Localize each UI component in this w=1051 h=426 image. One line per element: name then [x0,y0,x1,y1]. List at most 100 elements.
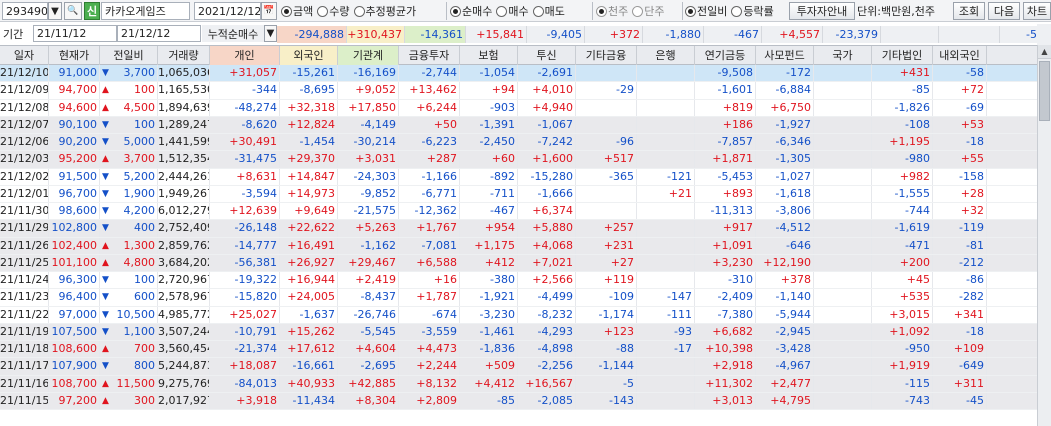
col-trust-header[interactable]: 투신 [518,46,576,65]
col-other-corp-cell: -950 [872,341,933,358]
table-row[interactable]: 21/12/09 94,700 ▲ 100 1,165,530 -344 -8,695 +9,… [0,82,1037,100]
table-row[interactable]: 21/11/15 97,200 ▲ 300 2,017,927 +3,918 -11,434… [0,392,1037,410]
col-financial-invest-cell: +8,132 [399,375,460,392]
col-individual-cell: -14,777 [210,237,280,254]
col-individual-cell: -15,820 [210,289,280,306]
radio-quantity[interactable]: 수량 [317,3,350,19]
col-date-header[interactable]: 일자 [0,46,49,65]
table-row[interactable]: 21/12/08 94,600 ▲ 4,500 1,894,639 -48,274 +32,… [0,99,1037,117]
col-volume-header[interactable]: 거래량 [158,46,210,65]
table-row[interactable]: 21/11/16 108,700 ▲ 11,500 9,275,769 -84,013 +4… [0,375,1037,393]
col-institution-header[interactable]: 기관계 [338,46,399,65]
col-institution-cell: -26,746 [338,306,399,323]
col-domestic-foreign-header[interactable]: 내외국인 [933,46,987,65]
radio-thousand-shares[interactable]: 천주 [596,3,628,19]
col-volume-cell: 3,507,244 [158,323,210,340]
col-date-cell: 21/12/06 [0,134,49,151]
col-nation-header[interactable]: 국가 [814,46,872,65]
stock-code-input[interactable]: 293490 [2,2,48,20]
col-other-corp-cell: -1,555 [872,185,933,202]
col-institution-cell: -4,149 [338,116,399,133]
col-pension-cell: +1,091 [695,237,756,254]
table-row[interactable]: 21/12/10 91,000 ▼ 3,700 1,065,036 +31,057 -15,… [0,65,1037,83]
table-row[interactable]: 21/12/02 91,500 ▼ 5,200 2,444,261 +8,631 +14,8… [0,168,1037,186]
col-date-cell: 21/11/22 [0,306,49,323]
col-change-header[interactable]: 전일비 [100,46,158,65]
table-row[interactable]: 21/11/18 108,600 ▲ 700 3,560,454 -21,374 +17,6… [0,341,1037,359]
date-calendar-button[interactable]: 📅 [261,2,277,20]
col-other-corp-cell: +45 [872,272,933,289]
radio-prev-day[interactable]: 전일비 [685,3,727,19]
radio-change-rate[interactable]: 등락률 [731,3,774,19]
radio-single-shares[interactable]: 단주 [632,3,665,19]
next-button[interactable]: 다음 [988,2,1020,20]
col-financial-invest-cell: -6,771 [399,185,460,202]
triangle-down-icon: ▼ [102,223,109,234]
col-individual-cell: -10,791 [210,323,280,340]
table-row[interactable]: 21/11/30 98,600 ▼ 4,200 6,012,279 +12,639 +9,6… [0,203,1037,221]
date-input[interactable]: 2021/12/12 [194,2,261,20]
col-change-cell: ▼ 3,700 [100,65,158,82]
col-other-corp-cell: -743 [872,392,933,409]
scroll-thumb[interactable] [1039,61,1050,121]
col-private-fund-cell: -3,428 [756,341,814,358]
radio-amount[interactable]: 금액 [281,3,313,19]
table-row[interactable]: 21/11/24 96,300 ▼ 100 2,720,967 -19,322 +16,94… [0,272,1037,290]
chart-button[interactable]: 차트 [1023,2,1051,20]
table-row[interactable]: 21/12/07 90,100 ▼ 100 1,289,247 -8,620 +12,824… [0,116,1037,134]
investor-guide-button[interactable]: 투자자안내 [789,2,855,20]
radio-buy[interactable]: 매수 [496,3,529,19]
search-button[interactable]: 🔍 [64,2,82,20]
radio-avg-price[interactable]: 추정평균가 [353,3,416,19]
triangle-up-icon: ▲ [102,240,109,251]
table-row[interactable]: 21/11/25 101,100 ▲ 4,800 3,684,202 -56,381 +26… [0,254,1037,272]
stock-code-dropdown[interactable]: ▼ [48,2,62,20]
col-private-fund-cell: +4,795 [756,392,814,409]
table-row[interactable]: 21/11/19 107,500 ▼ 1,100 3,507,244 -10,791 +15… [0,323,1037,341]
col-pension-header[interactable]: 연기금등 [695,46,756,65]
col-private-fund-header[interactable]: 사모펀드 [756,46,814,65]
col-individual-header[interactable]: 개인 [210,46,280,65]
col-pension-cell: -7,380 [695,306,756,323]
scroll-up-icon[interactable]: ▲ [1038,45,1051,59]
table-row[interactable]: 21/12/06 90,200 ▼ 5,000 1,441,599 +30,491 -1,4… [0,134,1037,152]
col-trust-cell: +6,374 [518,203,576,220]
vertical-scrollbar[interactable]: ▲ [1037,45,1051,426]
col-date-cell: 21/11/25 [0,254,49,271]
col-other-corp-header[interactable]: 기타법인 [872,46,933,65]
col-pension-cell: -310 [695,272,756,289]
col-foreign-header[interactable]: 외국인 [280,46,338,65]
col-other-financial-header[interactable]: 기타금융 [576,46,637,65]
col-other-financial-cell: +257 [576,220,637,237]
col-individual-cell: +12,639 [210,203,280,220]
col-bank-cell [637,65,695,82]
table-row[interactable]: 21/12/03 95,200 ▲ 3,700 1,512,354 -31,475 +29,… [0,151,1037,169]
table-row[interactable]: 21/11/26 102,400 ▲ 1,300 2,859,762 -14,777 +16… [0,237,1037,255]
col-institution-cell: +29,467 [338,254,399,271]
col-domestic-foreign-cell: +32 [933,203,987,220]
table-row[interactable]: 21/11/29 102,800 ▼ 400 2,752,409 -26,148 +22,6… [0,220,1037,238]
col-private-fund-cell: -1,140 [756,289,814,306]
corner-strip [1037,24,1051,45]
radio-net-buy[interactable]: 순매수 [450,3,492,19]
col-individual-cell: +18,087 [210,358,280,375]
col-financial-invest-header[interactable]: 금융투자 [399,46,460,65]
col-insurance-cell: -892 [460,168,518,185]
col-institution-cell: -2,695 [338,358,399,375]
col-domestic-foreign-cell: -158 [933,168,987,185]
col-domestic-foreign-cell: -282 [933,289,987,306]
col-bank-header[interactable]: 은행 [637,46,695,65]
col-private-fund-cell: -4,967 [756,358,814,375]
change-value: 600 [134,290,155,304]
table-row[interactable]: 21/12/01 96,700 ▼ 1,900 1,949,267 -3,594 +14,9… [0,185,1037,203]
table-row[interactable]: 21/11/23 96,400 ▼ 600 2,578,967 -15,820 +24,00… [0,289,1037,307]
table-row[interactable]: 21/11/22 97,000 ▼ 10,500 4,985,772 +25,027 -1,… [0,306,1037,324]
col-insurance-header[interactable]: 보험 [460,46,518,65]
query-button[interactable]: 조회 [953,2,985,20]
radio-sell[interactable]: 매도 [532,3,565,19]
col-bank-cell: -147 [637,289,695,306]
col-individual-cell: +25,027 [210,306,280,323]
table-row[interactable]: 21/11/17 107,900 ▼ 800 5,244,873 +18,087 -16,6… [0,358,1037,376]
col-price-header[interactable]: 현재가 [49,46,100,65]
col-insurance-cell: -380 [460,272,518,289]
